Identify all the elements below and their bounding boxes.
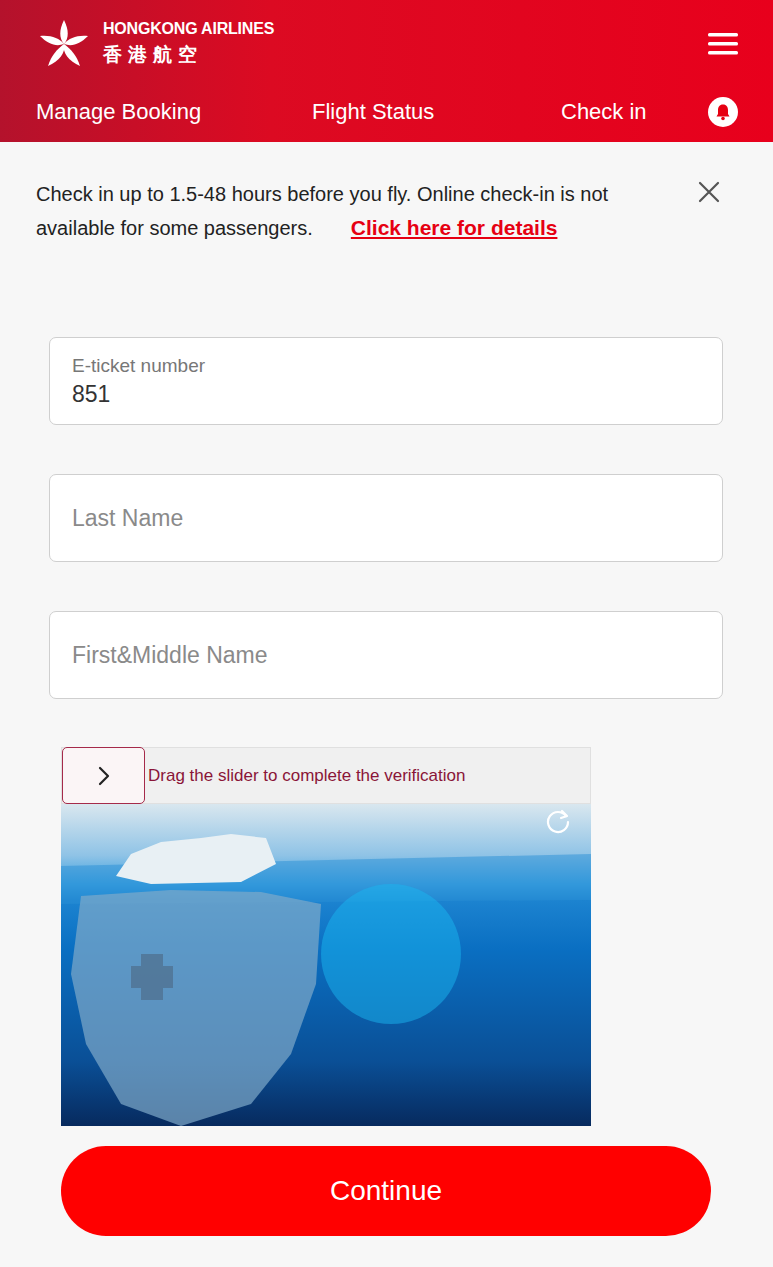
slider-track[interactable]: Drag the slider to complete the verifica… [61,747,591,804]
nav-tab[interactable]: Manage Booking [36,99,201,128]
chevron-right-icon [96,765,112,787]
slider-handle[interactable] [62,747,145,804]
continue-button[interactable]: Continue [61,1146,711,1236]
logo[interactable]: HONGKONG AIRLINES 香港航空 [36,16,274,72]
nav-tab-label[interactable]: Check in [561,99,647,124]
captcha-photo [61,804,591,1126]
nav-tab[interactable]: Flight Status [312,99,434,128]
iceberg-photo [61,804,591,1126]
notice-text: Check in up to 1.5-48 hours before you f… [36,178,683,245]
form-field[interactable] [49,474,723,562]
brand: HONGKONG AIRLINES 香港航空 [103,20,274,68]
hamburger-menu-icon[interactable] [708,32,738,56]
nav-tab-label[interactable]: Manage Booking [36,99,201,124]
logo-row: HONGKONG AIRLINES 香港航空 [0,0,773,74]
notifications-button[interactable] [708,97,738,127]
nav-cell: Check in [561,99,708,125]
header: HONGKONG AIRLINES 香港航空 Manage Booking Fligh… [0,0,773,142]
checkin-form: E-ticket number [0,245,773,699]
brand-name: HONGKONG AIRLINES [103,20,274,38]
field-label: E-ticket number [72,355,700,377]
field-input[interactable] [72,642,700,669]
brand-chinese-name: 香港航空 [103,42,274,68]
slider-captcha: Drag the slider to complete the verifica… [61,747,591,1126]
field-input[interactable] [72,381,700,408]
details-link[interactable]: Click here for details [351,216,558,239]
field-input[interactable] [72,505,700,532]
nav-tab[interactable]: Check in [561,99,647,128]
refresh-icon[interactable] [545,808,571,834]
nav-cell: Flight Status [312,99,561,125]
nav-tab-label[interactable]: Flight Status [312,99,434,124]
bell-icon [714,103,732,121]
nav-bar: Manage Booking Flight Status Check in [0,74,773,142]
form-field[interactable] [49,611,723,699]
bauhinia-logo-icon [36,16,92,72]
notice: Check in up to 1.5-48 hours before you f… [0,142,773,245]
close-icon[interactable] [697,180,721,204]
form-field[interactable]: E-ticket number [49,337,723,425]
nav-cell: Manage Booking [36,99,312,125]
